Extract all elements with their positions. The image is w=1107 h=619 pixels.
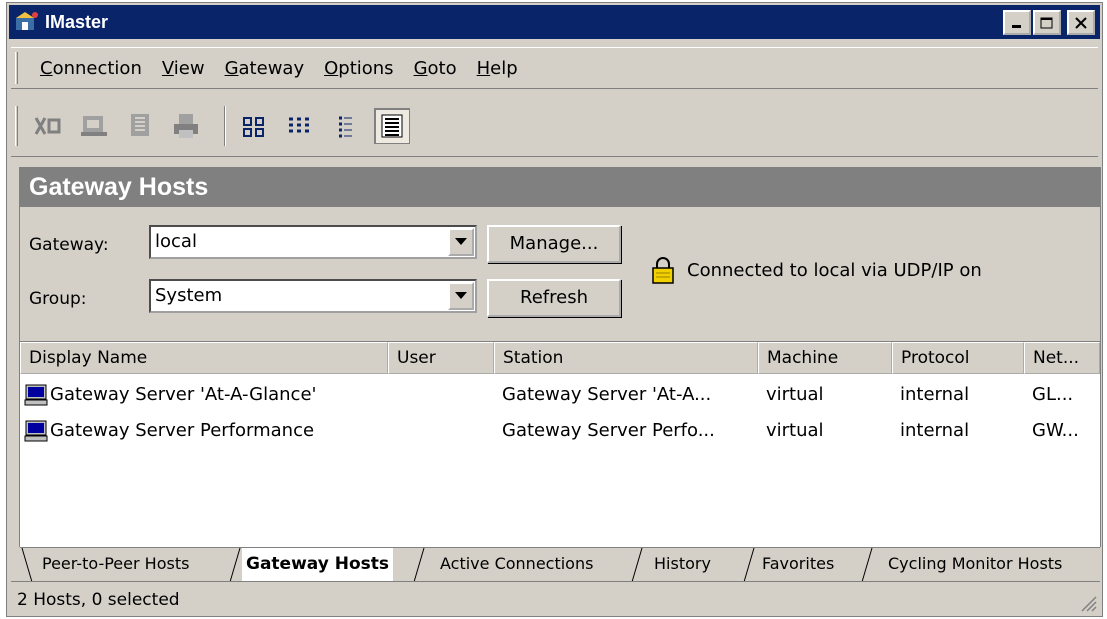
- details-view-button[interactable]: [374, 107, 410, 144]
- cell-net: GL...: [1032, 384, 1074, 405]
- table-row[interactable]: Gateway Server Performance Gateway Serve…: [20, 416, 1100, 446]
- connection-status: Connected to local via UDP/IP on: [687, 260, 982, 281]
- cell-station: Gateway Server Perfo...: [502, 420, 715, 441]
- toolbar-separator: [224, 105, 226, 146]
- column-header-display-name[interactable]: Display Name: [20, 342, 388, 374]
- connect-button[interactable]: [30, 108, 66, 144]
- chevron-down-icon: [455, 238, 467, 245]
- tab-divider: [229, 548, 241, 582]
- app-icon: [13, 9, 41, 35]
- menu-help[interactable]: Help: [467, 58, 528, 79]
- maximize-button[interactable]: [1033, 10, 1061, 35]
- connect-icon: [34, 116, 61, 135]
- cell-protocol: internal: [900, 384, 970, 405]
- gateway-dropdown-button[interactable]: [448, 228, 474, 256]
- list-view-icon: [339, 116, 352, 137]
- tab-favorites[interactable]: Favorites: [762, 548, 834, 582]
- status-text: 2 Hosts, 0 selected: [17, 590, 180, 610]
- cell-display-name: Gateway Server Performance: [50, 420, 315, 441]
- column-header-protocol[interactable]: Protocol: [892, 342, 1024, 374]
- cell-net: GW...: [1032, 420, 1079, 441]
- lock-icon: [650, 255, 676, 285]
- resize-grip-icon[interactable]: [1078, 593, 1098, 613]
- hosts-list[interactable]: Display Name User Station Machine Protoc…: [20, 341, 1100, 547]
- print-icon: [174, 113, 198, 138]
- tab-cycling-monitor-hosts[interactable]: Cycling Monitor Hosts: [888, 548, 1062, 582]
- computer-icon: [24, 420, 48, 442]
- tab-divider: [861, 548, 873, 582]
- group-select-value: System: [155, 285, 223, 306]
- group-select[interactable]: System: [149, 279, 477, 313]
- group-label: Group:: [29, 289, 87, 309]
- host-card-alt-icon: [131, 113, 149, 136]
- tab-divider: [631, 548, 643, 582]
- tab-bar: Peer-to-Peer Hosts Gateway Hosts Active …: [20, 547, 1100, 582]
- panel-title: Gateway Hosts: [19, 167, 1101, 207]
- menu-goto[interactable]: Goto: [404, 58, 467, 79]
- cell-station: Gateway Server 'At-A...: [502, 384, 712, 405]
- cell-machine: virtual: [766, 420, 824, 441]
- chevron-down-icon: [455, 292, 467, 299]
- group-dropdown-button[interactable]: [448, 282, 474, 310]
- small-icons-view-icon: [289, 117, 309, 132]
- tab-active-connections[interactable]: Active Connections: [440, 548, 593, 582]
- refresh-button[interactable]: Refresh: [487, 279, 621, 317]
- print-button[interactable]: [168, 108, 204, 144]
- cell-display-name: Gateway Server 'At-A-Glance': [50, 384, 317, 405]
- tab-peer-to-peer-hosts[interactable]: Peer-to-Peer Hosts: [42, 548, 189, 582]
- gateway-select[interactable]: local: [149, 225, 477, 259]
- tab-divider: [743, 548, 755, 582]
- tab-divider: [21, 548, 33, 582]
- computer-icon: [24, 384, 48, 406]
- column-header-machine[interactable]: Machine: [758, 342, 892, 374]
- host-card-button[interactable]: [76, 108, 112, 144]
- host-card-alt-button[interactable]: [122, 108, 158, 144]
- large-icons-view-icon: [243, 116, 264, 137]
- table-row[interactable]: Gateway Server 'At-A-Glance' Gateway Ser…: [20, 380, 1100, 410]
- menu-gateway[interactable]: Gateway: [215, 58, 315, 79]
- close-icon: [1075, 16, 1087, 29]
- toolbar-grip[interactable]: [15, 105, 18, 146]
- cell-protocol: internal: [900, 420, 970, 441]
- menu-bar: Connection View Gateway Options Goto Hel…: [11, 47, 1098, 89]
- column-header-user[interactable]: User: [388, 342, 494, 374]
- cell-machine: virtual: [766, 384, 824, 405]
- gateway-label: Gateway:: [29, 235, 109, 255]
- details-view-icon: [381, 114, 403, 137]
- menu-grip[interactable]: [15, 52, 18, 84]
- tab-history[interactable]: History: [654, 548, 711, 582]
- manage-button[interactable]: Manage...: [487, 225, 621, 263]
- large-icons-view-button[interactable]: [236, 108, 272, 144]
- tab-gateway-hosts[interactable]: Gateway Hosts: [242, 548, 394, 582]
- menu-options[interactable]: Options: [314, 58, 403, 79]
- title-bar[interactable]: IMaster: [9, 5, 1100, 39]
- tab-divider: [413, 548, 425, 582]
- column-header-net[interactable]: Net...: [1024, 342, 1100, 374]
- menu-connection[interactable]: Connection: [30, 58, 152, 79]
- menu-view[interactable]: View: [152, 58, 215, 79]
- host-card-icon: [81, 115, 107, 136]
- toolbar: [11, 95, 1098, 157]
- small-icons-view-button[interactable]: [282, 108, 318, 144]
- close-button[interactable]: [1067, 10, 1095, 35]
- minimize-button[interactable]: [1003, 10, 1031, 35]
- gateway-select-value: local: [155, 231, 197, 252]
- main-window: IMaster Connection View Gateway Options …: [6, 2, 1103, 617]
- minimize-icon: [1012, 24, 1021, 28]
- window-title: IMaster: [45, 11, 109, 32]
- column-header-station[interactable]: Station: [494, 342, 758, 374]
- list-view-button[interactable]: [328, 108, 364, 144]
- status-bar: 2 Hosts, 0 selected: [11, 581, 1100, 615]
- maximize-icon: [1040, 17, 1053, 28]
